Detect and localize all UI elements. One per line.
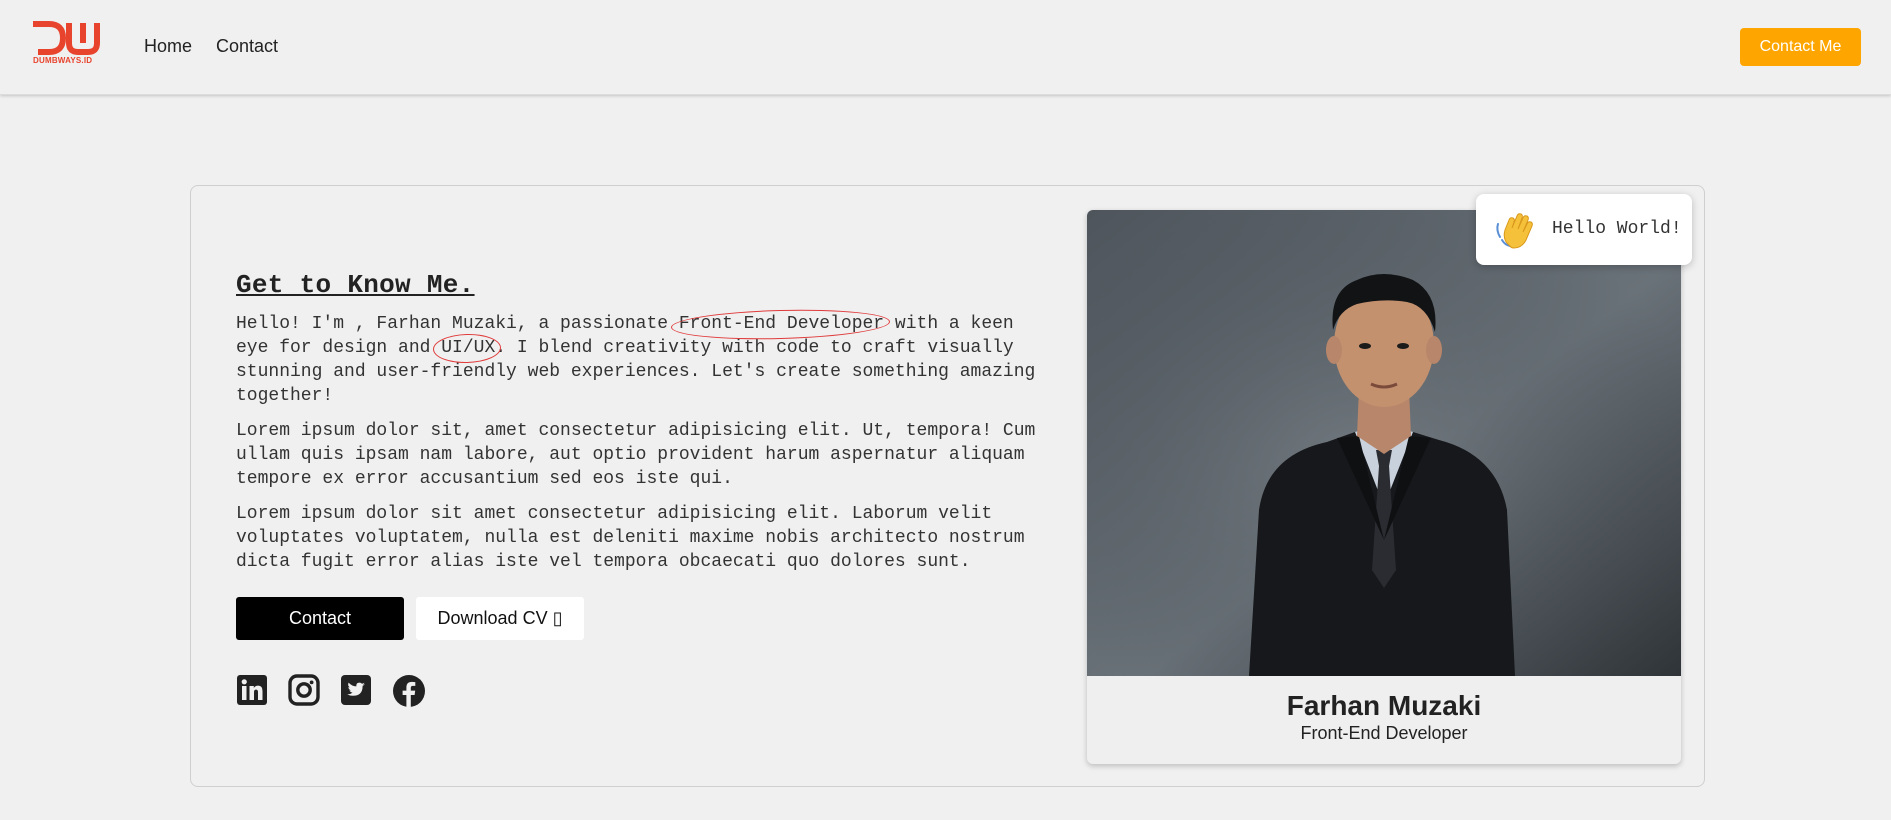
profile-photo bbox=[1087, 210, 1681, 676]
about-text-column: Get to Know Me. Hello! I'm , Farhan Muza… bbox=[236, 270, 1046, 574]
social-links bbox=[236, 674, 425, 708]
nav-link-contact[interactable]: Contact bbox=[216, 36, 278, 57]
contact-button[interactable]: Contact bbox=[236, 597, 404, 640]
twitter-icon[interactable] bbox=[340, 674, 372, 708]
logo-mark-icon bbox=[33, 21, 100, 55]
highlight-front-end-developer: Front-End Developer bbox=[678, 314, 885, 334]
about-paragraph-3: Lorem ipsum dolor sit amet consectetur a… bbox=[236, 504, 1025, 572]
about-card: Get to Know Me. Hello! I'm , Farhan Muza… bbox=[190, 185, 1705, 787]
action-buttons: Contact Download CV ▯ bbox=[236, 597, 584, 640]
facebook-icon[interactable] bbox=[392, 674, 425, 708]
profile-role: Front-End Developer bbox=[1300, 723, 1468, 743]
hello-world-text: Hello World! bbox=[1552, 219, 1682, 239]
intro-text-start: Hello! I'm , Farhan Muzaki, a passionate bbox=[236, 314, 679, 334]
profile-name: Farhan Muzaki bbox=[1286, 690, 1482, 721]
linkedin-icon[interactable] bbox=[236, 674, 268, 708]
about-heading: Get to Know Me. bbox=[236, 270, 475, 300]
about-paragraph-2: Lorem ipsum dolor sit, amet consectetur … bbox=[236, 421, 1036, 489]
intro-paragraph: Hello! I'm , Farhan Muzaki, a passionate… bbox=[236, 312, 1046, 408]
navbar: DUMBWAYS.ID Home Contact Contact Me bbox=[0, 0, 1891, 95]
highlight-ui-ux: UI/UX bbox=[441, 338, 496, 358]
logo-text: DUMBWAYS.ID bbox=[33, 56, 93, 65]
download-cv-button[interactable]: Download CV ▯ bbox=[416, 597, 584, 640]
contact-me-button[interactable]: Contact Me bbox=[1740, 28, 1861, 66]
nav-links: Home Contact bbox=[144, 36, 278, 57]
profile-card: Farhan Muzaki Front-End Developer bbox=[1087, 210, 1681, 764]
nav-link-home[interactable]: Home bbox=[144, 36, 192, 57]
waving-hand-icon bbox=[1496, 213, 1533, 249]
hello-world-badge: Hello World! bbox=[1476, 194, 1692, 265]
dumbways-logo[interactable]: DUMBWAYS.ID bbox=[33, 21, 100, 69]
instagram-icon[interactable] bbox=[288, 674, 320, 708]
